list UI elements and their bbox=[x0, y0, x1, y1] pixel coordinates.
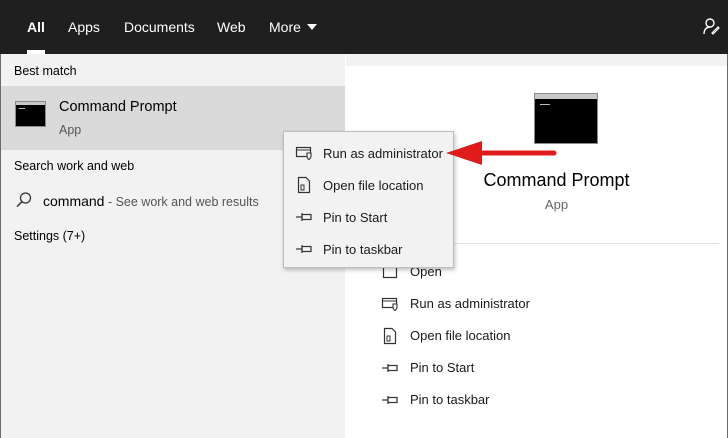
context-item-label: Open file location bbox=[323, 178, 424, 193]
tab-label: All bbox=[27, 19, 45, 35]
feedback-icon[interactable] bbox=[702, 17, 720, 35]
action-open-file-location[interactable]: Open file location bbox=[379, 324, 679, 348]
context-open-file-location[interactable]: Open file location bbox=[284, 171, 453, 199]
best-match-heading: Best match bbox=[14, 64, 77, 78]
context-pin-to-taskbar[interactable]: Pin to taskbar bbox=[284, 235, 453, 263]
search-web-heading: Search work and web bbox=[14, 159, 135, 173]
tab-documents[interactable]: Documents bbox=[111, 0, 208, 54]
tab-apps[interactable]: Apps bbox=[55, 0, 113, 54]
tab-web[interactable]: Web bbox=[204, 0, 259, 54]
action-pin-to-start[interactable]: Pin to Start bbox=[379, 356, 679, 380]
action-pin-to-taskbar[interactable]: Pin to taskbar bbox=[379, 388, 679, 412]
result-title: Command Prompt bbox=[59, 99, 177, 115]
search-icon bbox=[16, 192, 32, 208]
action-label: Run as administrator bbox=[410, 296, 530, 311]
tab-label: Web bbox=[217, 19, 246, 35]
shield-icon bbox=[381, 297, 398, 312]
pin-icon bbox=[296, 213, 312, 221]
context-menu: Run as administrator Open file location … bbox=[283, 131, 454, 268]
tab-all[interactable]: All bbox=[14, 0, 58, 54]
shield-icon bbox=[295, 146, 312, 161]
preview-top-strip bbox=[346, 54, 727, 66]
action-run-as-administrator[interactable]: Run as administrator bbox=[379, 292, 679, 316]
search-term-text: command - See work and web results bbox=[43, 193, 259, 209]
command-prompt-large-icon bbox=[534, 93, 598, 144]
tab-label: Apps bbox=[68, 19, 100, 35]
search-term: command bbox=[43, 193, 105, 209]
tab-label: Documents bbox=[124, 19, 195, 35]
file-location-icon bbox=[297, 176, 311, 194]
pin-icon bbox=[296, 245, 312, 253]
annotation-arrow-icon bbox=[446, 141, 557, 165]
search-hint: - See work and web results bbox=[104, 195, 259, 209]
tab-label: More bbox=[269, 19, 301, 35]
action-label: Pin to taskbar bbox=[410, 392, 490, 407]
pin-icon bbox=[382, 396, 398, 404]
context-pin-to-start[interactable]: Pin to Start bbox=[284, 203, 453, 231]
action-label: Pin to Start bbox=[410, 360, 475, 375]
file-location-icon bbox=[383, 327, 397, 345]
context-item-label: Run as administrator bbox=[323, 146, 443, 161]
context-item-label: Pin to Start bbox=[323, 210, 388, 225]
search-filter-bar: All Apps Documents Web More bbox=[0, 0, 728, 54]
settings-heading[interactable]: Settings (7+) bbox=[14, 229, 85, 243]
context-run-as-administrator[interactable]: Run as administrator bbox=[284, 139, 453, 167]
result-subtitle: App bbox=[59, 123, 82, 137]
action-label: Open file location bbox=[410, 328, 511, 343]
context-item-label: Pin to taskbar bbox=[323, 242, 403, 257]
command-prompt-icon bbox=[15, 101, 46, 127]
chevron-down-icon bbox=[306, 24, 317, 30]
tab-more[interactable]: More bbox=[256, 0, 330, 54]
pin-icon bbox=[382, 364, 398, 372]
